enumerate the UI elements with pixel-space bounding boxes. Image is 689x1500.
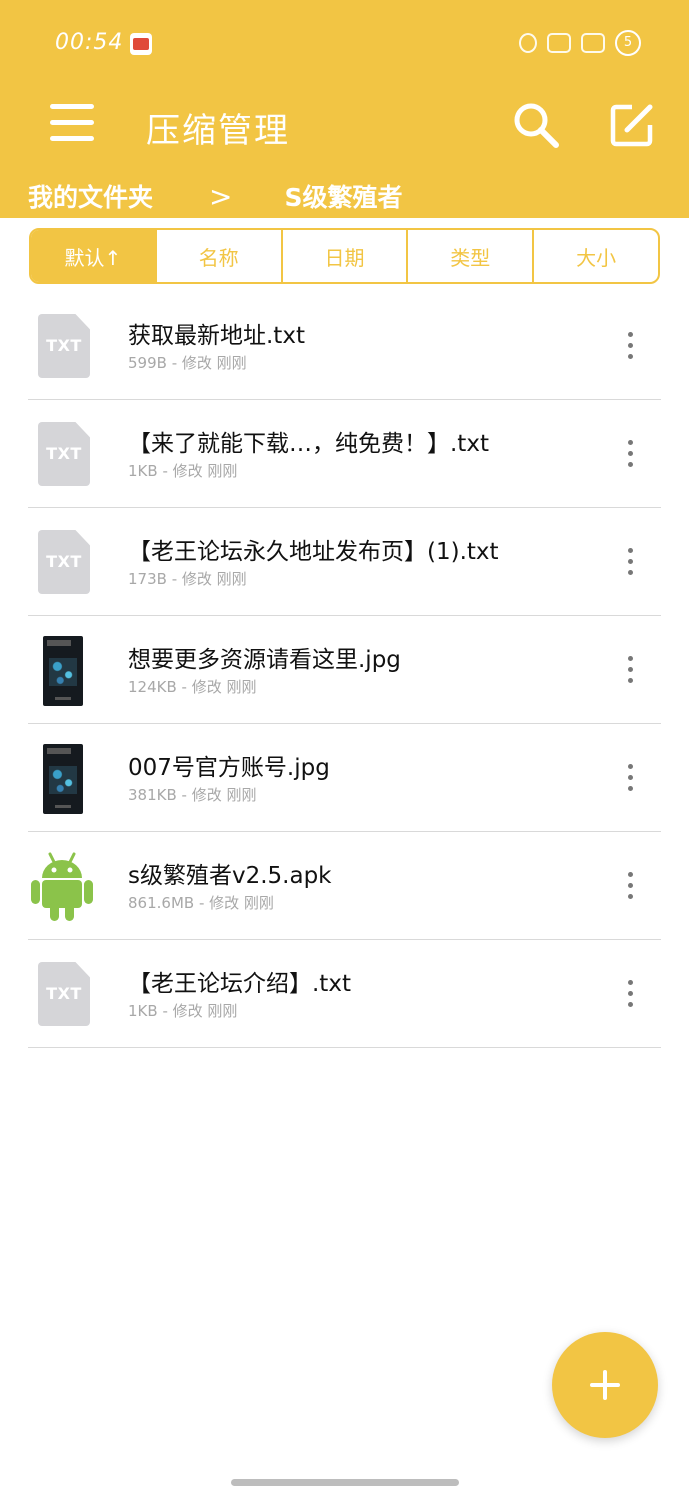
breadcrumb-current[interactable]: S级繁殖者 [284,178,402,214]
file-list: TXT 获取最新地址.txt 599B - 修改 刚刚 TXT 【来了就能下载…… [0,292,689,1048]
file-name: 【来了就能下载…，纯免费！】.txt [128,431,489,457]
add-button[interactable] [552,1332,658,1438]
tab-sort-date[interactable]: 日期 [280,230,407,282]
file-name: 【老王论坛永久地址发布页】(1).txt [128,539,499,565]
file-meta: 1KB - 修改 刚刚 [128,462,238,480]
app-bar: 00:54 5 压缩管理 我的文件夹 > S级繁殖者 [0,0,689,218]
list-item[interactable]: TXT 【来了就能下载…，纯免费！】.txt 1KB - 修改 刚刚 [28,400,661,508]
txt-file-icon: TXT [38,422,90,486]
file-name: 想要更多资源请看这里.jpg [128,647,401,673]
status-icons: 5 [519,30,641,56]
tab-sort-name[interactable]: 名称 [154,230,281,282]
file-meta: 173B - 修改 刚刚 [128,570,247,588]
list-item[interactable]: TXT 【老王论坛介绍】.txt 1KB - 修改 刚刚 [28,940,661,1048]
txt-file-icon: TXT [38,962,90,1026]
alarm-icon [519,33,537,53]
hamburger-menu-icon[interactable] [50,100,96,146]
tab-sort-size[interactable]: 大小 [532,230,658,282]
breadcrumb-root[interactable]: 我的文件夹 [28,178,153,214]
sort-tabs: 默认↑ 名称 日期 类型 大小 [29,228,660,284]
file-meta: 861.6MB - 修改 刚刚 [128,894,274,912]
list-item[interactable]: 想要更多资源请看这里.jpg 124KB - 修改 刚刚 [28,616,661,724]
more-options-icon[interactable] [625,548,637,576]
more-options-icon[interactable] [625,332,637,360]
home-indicator[interactable] [231,1479,459,1486]
file-name: 007号官方账号.jpg [128,755,330,781]
status-time: 00:54 [55,30,124,55]
more-options-icon[interactable] [625,656,637,684]
list-item[interactable]: TXT 【老王论坛永久地址发布页】(1).txt 173B - 修改 刚刚 [28,508,661,616]
image-thumbnail [43,636,83,706]
more-options-icon[interactable] [625,980,637,1008]
more-options-icon[interactable] [625,872,637,900]
txt-file-icon: TXT [38,530,90,594]
signal-icon [581,33,605,53]
file-name: 获取最新地址.txt [128,323,305,349]
more-options-icon[interactable] [625,764,637,792]
list-item[interactable]: 007号官方账号.jpg 381KB - 修改 刚刚 [28,724,661,832]
search-icon[interactable] [512,101,560,149]
wifi-icon [547,33,571,53]
list-item[interactable]: s级繁殖者v2.5.apk 861.6MB - 修改 刚刚 [28,832,661,940]
breadcrumb: 我的文件夹 > S级繁殖者 [28,178,403,214]
plus-icon [590,1370,620,1400]
notification-app-icon [130,33,152,55]
txt-file-icon: TXT [38,314,90,378]
battery-icon: 5 [615,30,641,56]
more-options-icon[interactable] [625,440,637,468]
file-meta: 381KB - 修改 刚刚 [128,786,257,804]
android-apk-icon [30,850,94,922]
list-item[interactable]: TXT 获取最新地址.txt 599B - 修改 刚刚 [28,292,661,400]
image-thumbnail [43,744,83,814]
file-name: 【老王论坛介绍】.txt [128,971,351,997]
file-meta: 1KB - 修改 刚刚 [128,1002,238,1020]
chevron-right-icon: > [209,179,233,213]
edit-icon[interactable] [610,103,654,147]
file-meta: 124KB - 修改 刚刚 [128,678,257,696]
page-title: 压缩管理 [146,111,290,151]
tab-sort-default[interactable]: 默认↑ [31,230,155,282]
file-meta: 599B - 修改 刚刚 [128,354,247,372]
tab-sort-type[interactable]: 类型 [406,230,532,282]
file-name: s级繁殖者v2.5.apk [128,863,332,889]
